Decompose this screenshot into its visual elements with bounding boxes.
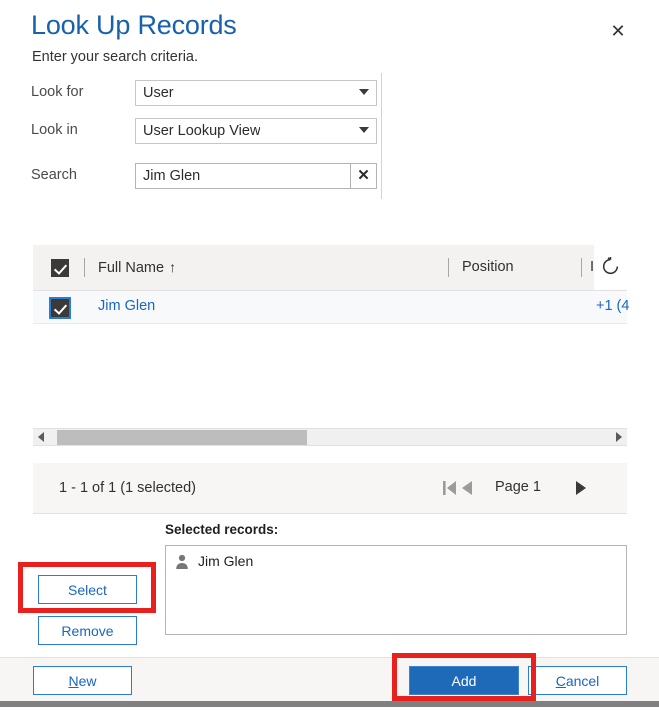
clear-search-icon[interactable]: ✕ xyxy=(350,163,377,189)
cancel-button-accel: C xyxy=(555,672,566,689)
selected-records-list[interactable]: Jim Glen xyxy=(165,545,627,635)
criteria-divider xyxy=(381,73,382,199)
chevron-down-icon xyxy=(359,89,369,95)
look-in-dropdown[interactable]: User Lookup View xyxy=(135,118,377,144)
look-in-value: User Lookup View xyxy=(143,123,261,139)
scrollbar-thumb[interactable] xyxy=(57,430,307,445)
cancel-button-label: ancel xyxy=(565,672,600,689)
grid-body: Jim Glen +1 (4 xyxy=(33,291,630,446)
pagination-bar: 1 - 1 of 1 (1 selected) Page 1 xyxy=(33,463,627,514)
search-label: Search xyxy=(31,167,77,183)
add-button[interactable]: Add xyxy=(409,666,519,695)
previous-page-button[interactable] xyxy=(461,480,473,496)
refresh-button[interactable] xyxy=(594,245,627,290)
window-bottom-bar xyxy=(0,701,659,707)
next-page-button[interactable] xyxy=(575,480,587,496)
select-all-checkbox[interactable] xyxy=(51,259,69,277)
first-page-button[interactable] xyxy=(443,480,457,496)
search-input[interactable]: Jim Glen ✕ xyxy=(135,163,377,189)
scroll-left-icon[interactable] xyxy=(38,432,44,442)
close-icon[interactable]: ✕ xyxy=(605,18,631,44)
refresh-icon xyxy=(602,257,619,275)
page-number-label: Page 1 xyxy=(495,479,541,495)
row-full-name-link[interactable]: Jim Glen xyxy=(98,298,155,314)
look-for-value: User xyxy=(143,85,174,101)
list-item-label: Jim Glen xyxy=(198,553,254,569)
search-input-value: Jim Glen xyxy=(143,168,201,184)
horizontal-scrollbar[interactable] xyxy=(33,428,627,445)
new-button-label: ew xyxy=(78,672,97,689)
row-checkbox[interactable] xyxy=(49,297,71,319)
page-title: Look Up Records xyxy=(31,10,237,40)
column-header-full-name[interactable]: Full Name ↑ xyxy=(98,259,176,276)
select-button[interactable]: Select xyxy=(38,575,137,604)
new-button-accel: N xyxy=(68,672,79,689)
look-for-dropdown[interactable]: User xyxy=(135,80,377,106)
column-separator xyxy=(84,258,85,277)
person-icon xyxy=(176,554,188,569)
scroll-right-icon[interactable] xyxy=(616,432,622,442)
dialog-footer: New Add Cancel xyxy=(0,657,659,701)
selected-records-label: Selected records: xyxy=(165,522,279,537)
look-in-label: Look in xyxy=(31,122,78,138)
results-grid: Full Name ↑ Position I Jim Glen +1 (4 xyxy=(33,245,630,463)
lookup-records-dialog: Look Up Records Enter your search criter… xyxy=(0,0,659,710)
chevron-down-icon xyxy=(359,127,369,133)
column-separator xyxy=(581,258,582,277)
column-separator xyxy=(448,258,449,277)
column-header-position[interactable]: Position xyxy=(462,259,514,275)
grid-header-row: Full Name ↑ Position I xyxy=(33,245,627,291)
cancel-button[interactable]: Cancel xyxy=(528,666,627,695)
new-button[interactable]: New xyxy=(33,666,132,695)
column-header-full-name-label: Full Name xyxy=(98,260,165,276)
record-count-label: 1 - 1 of 1 (1 selected) xyxy=(59,480,197,496)
table-row[interactable]: Jim Glen +1 (4 xyxy=(33,291,630,324)
row-phone-value: +1 (4 xyxy=(596,298,630,314)
look-for-label: Look for xyxy=(31,84,84,100)
remove-button[interactable]: Remove xyxy=(38,616,137,645)
sort-ascending-icon: ↑ xyxy=(169,259,177,275)
page-subtitle: Enter your search criteria. xyxy=(32,49,199,65)
